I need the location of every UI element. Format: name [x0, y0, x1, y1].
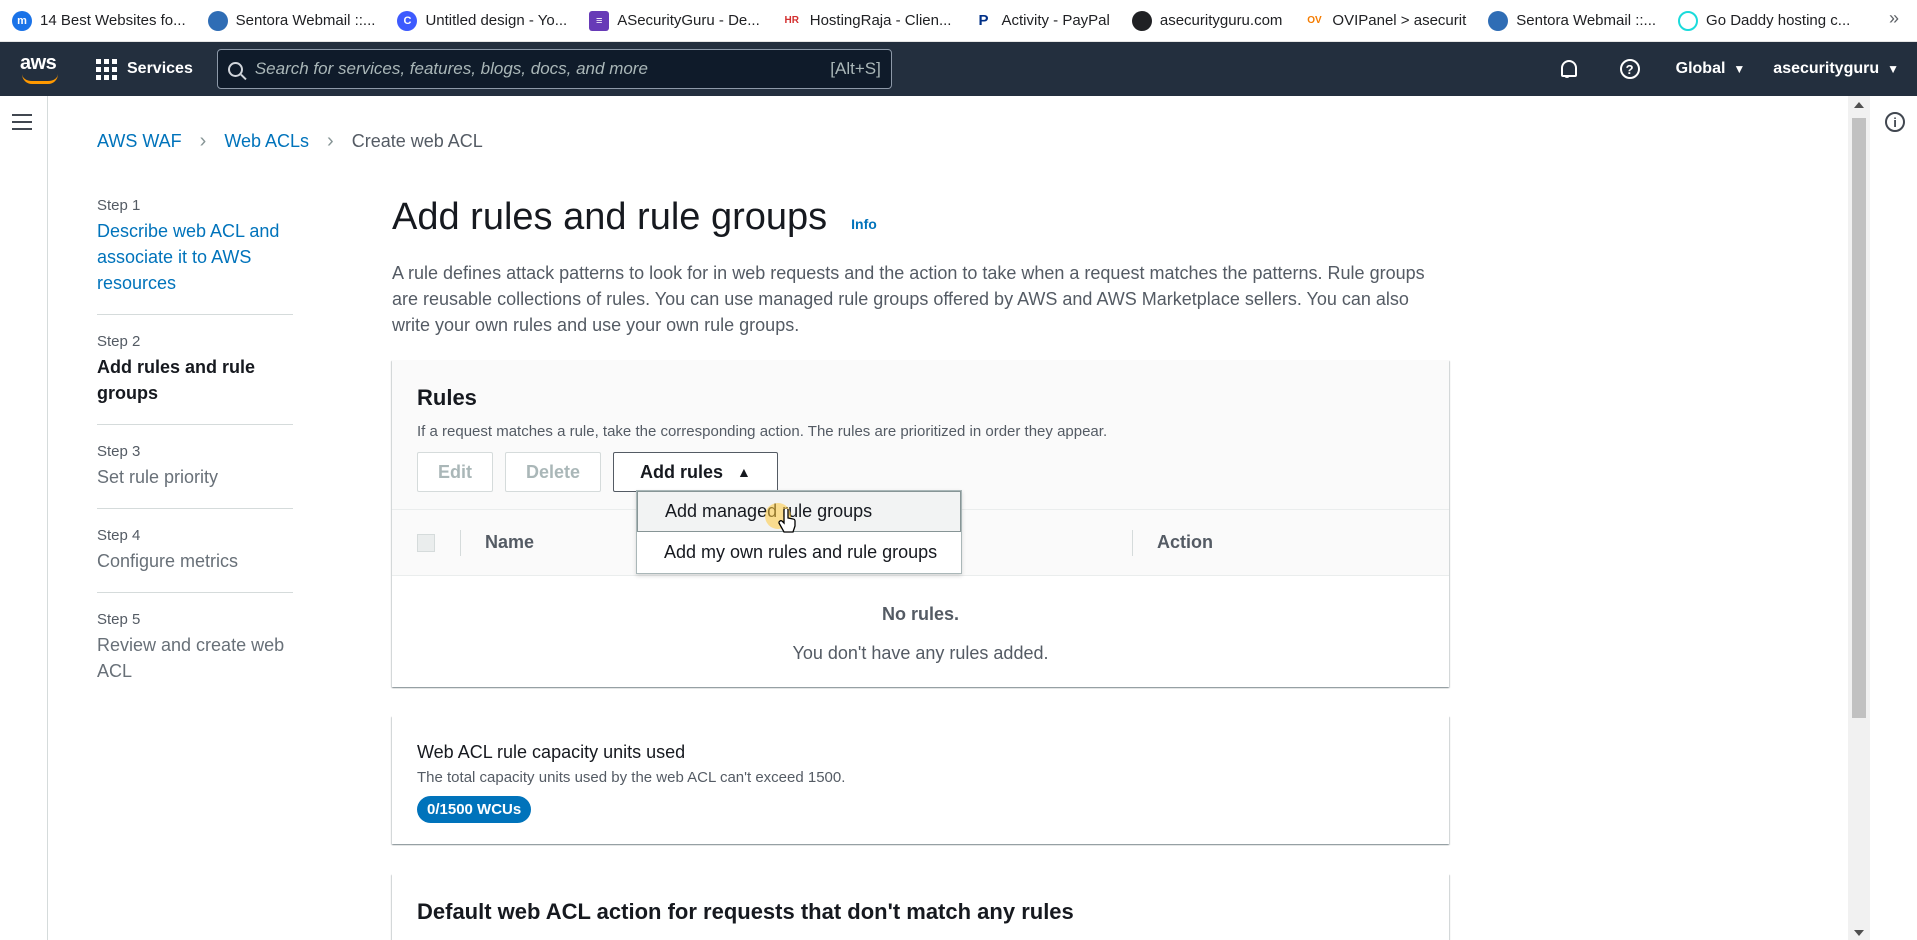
hr-icon: HR — [781, 10, 802, 31]
edit-button[interactable]: Edit — [417, 452, 493, 492]
rules-subtitle: If a request matches a rule, take the co… — [417, 423, 1108, 440]
step-3-title: Set rule priority — [97, 467, 219, 487]
hamburger-menu-icon[interactable] — [12, 114, 32, 135]
breadcrumb-web-acls[interactable]: Web ACLs — [224, 131, 309, 152]
step-number: Step 3 — [97, 443, 141, 460]
caret-down-icon: ▼ — [1887, 62, 1899, 76]
breadcrumb-current: Create web ACL — [351, 131, 483, 151]
wizard-steps: Step 1 Describe web ACL and associate it… — [97, 197, 293, 720]
default-action-title: Default web ACL action for requests that… — [417, 899, 1074, 924]
globe-icon — [1488, 10, 1509, 31]
step-number: Step 2 — [97, 333, 141, 350]
bookmark-8[interactable]: OV OVIPanel > asecurit — [1304, 10, 1466, 31]
scrollbar[interactable] — [1848, 96, 1870, 940]
ovi-icon: OV — [1304, 10, 1325, 31]
scroll-down-arrow-icon[interactable] — [1854, 930, 1864, 936]
rules-empty-state: No rules. You don't have any rules added… — [392, 576, 1449, 664]
column-divider — [1132, 530, 1133, 556]
bookmark-5[interactable]: HR HostingRaja - Clien... — [781, 10, 951, 31]
delete-button[interactable]: Delete — [505, 452, 602, 492]
bookmark-9[interactable]: Sentora Webmail ::... — [1488, 10, 1656, 31]
default-action-panel: Default web ACL action for requests that… — [392, 874, 1449, 940]
search-input[interactable] — [254, 59, 831, 79]
hand-cursor-icon — [778, 509, 796, 533]
step-5-title: Review and create web ACL — [97, 635, 285, 681]
chevron-right-icon: › — [199, 130, 207, 152]
bookmarks-bar: m 14 Best Websites fo... Sentora Webmail … — [0, 0, 1917, 42]
capacity-panel: Web ACL rule capacity units used The tot… — [392, 716, 1449, 844]
column-action[interactable]: Action — [1157, 532, 1213, 553]
scroll-up-arrow-icon[interactable] — [1854, 102, 1864, 108]
info-panel-icon[interactable]: i — [1885, 112, 1905, 132]
page-title: Add rules and rule groups Info — [392, 196, 877, 238]
bookmark-3[interactable]: C Untitled design - Yo... — [397, 10, 567, 31]
chevron-right-icon: › — [327, 130, 334, 152]
step-number: Step 1 — [97, 197, 141, 214]
canva-icon: C — [397, 10, 418, 31]
search-icon — [227, 61, 243, 77]
account-menu[interactable]: asecurityguru ▼ — [1773, 60, 1899, 78]
region-selector[interactable]: Global ▼ — [1676, 60, 1746, 78]
search-box[interactable]: [Alt+S] — [216, 49, 892, 89]
breadcrumb: AWS WAF › Web ACLs › Create web ACL — [97, 130, 483, 153]
web-icon — [1131, 10, 1152, 31]
step-1-link[interactable]: Describe web ACL and associate it to AWS… — [97, 218, 293, 296]
column-name[interactable]: Name — [485, 532, 534, 553]
help-icon[interactable]: ? — [1619, 59, 1640, 79]
rules-actions: Edit Delete Add rules ▲ — [417, 452, 1424, 492]
breadcrumb-aws-waf[interactable]: AWS WAF — [97, 131, 182, 152]
rules-header: Rules If a request matches a rule, take … — [392, 360, 1449, 510]
step-number: Step 4 — [97, 527, 141, 544]
add-rules-button[interactable]: Add rules ▲ — [613, 452, 778, 492]
step-4: Step 4 Configure metrics — [97, 527, 293, 593]
step-number: Step 5 — [97, 611, 141, 628]
info-link[interactable]: Info — [851, 216, 877, 232]
scroll-thumb[interactable] — [1852, 118, 1866, 718]
step-3: Step 3 Set rule priority — [97, 443, 293, 509]
godaddy-icon — [1678, 10, 1699, 31]
caret-down-icon: ▼ — [1733, 62, 1746, 76]
grid-icon — [96, 58, 117, 80]
page-description: A rule defines attack patterns to look f… — [392, 263, 1425, 335]
step-2: Step 2 Add rules and rule groups — [97, 333, 293, 425]
add-rules-dropdown: Add managed rule groups Add my own rules… — [636, 490, 962, 574]
forms-icon: ≡ — [589, 10, 610, 31]
globe-icon — [207, 10, 228, 31]
capacity-title: Web ACL rule capacity units used — [417, 742, 686, 762]
empty-title: No rules. — [881, 604, 960, 624]
rules-title: Rules — [417, 385, 477, 410]
add-managed-rule-groups-item[interactable]: Add managed rule groups — [637, 491, 961, 532]
paypal-icon: P — [973, 10, 994, 31]
wcu-badge: 0/1500 WCUs — [417, 796, 532, 823]
step-5: Step 5 Review and create web ACL — [97, 611, 293, 702]
search-shortcut: [Alt+S] — [830, 59, 881, 78]
more-bookmarks-icon[interactable]: » — [1889, 8, 1899, 29]
step-4-title: Configure metrics — [97, 551, 239, 571]
capacity-subtitle: The total capacity units used by the web… — [417, 769, 846, 786]
bookmark-6[interactable]: P Activity - PayPal — [973, 10, 1110, 31]
side-nav-rail — [0, 96, 48, 940]
bookmark-4[interactable]: ≡ ASecurityGuru - De... — [589, 10, 760, 31]
empty-subtitle: You don't have any rules added. — [792, 643, 1049, 663]
step-1: Step 1 Describe web ACL and associate it… — [97, 197, 293, 315]
services-menu-button[interactable]: Services — [96, 58, 193, 80]
bookmark-10[interactable]: Go Daddy hosting c... — [1678, 10, 1850, 31]
caret-up-icon: ▲ — [737, 464, 751, 480]
bell-icon[interactable] — [1558, 59, 1578, 79]
bookmark-7[interactable]: asecurityguru.com — [1131, 10, 1282, 31]
bookmark-1[interactable]: m 14 Best Websites fo... — [12, 10, 186, 31]
m-icon: m — [12, 10, 32, 31]
select-all-checkbox[interactable] — [417, 533, 435, 552]
aws-top-nav: aws Services [Alt+S] ? Global▼ asecurity… — [0, 42, 1917, 96]
add-own-rules-item[interactable]: Add my own rules and rule groups — [637, 532, 961, 573]
column-divider — [460, 529, 461, 556]
bookmark-2[interactable]: Sentora Webmail ::... — [207, 10, 375, 31]
nav-right-group: ? Global ▼ asecurityguru ▼ — [1558, 42, 1917, 96]
aws-smile-icon — [22, 74, 58, 84]
aws-logo[interactable]: aws — [20, 52, 60, 86]
step-2-current: Add rules and rule groups — [97, 357, 256, 403]
